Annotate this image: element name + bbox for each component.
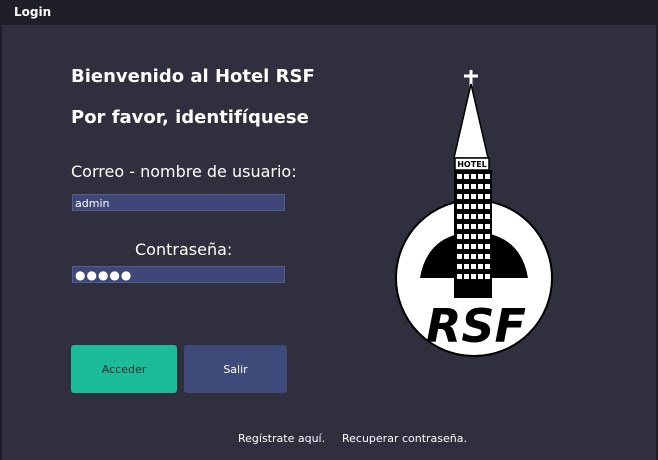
username-label: Correo - nombre de usuario: xyxy=(71,162,297,181)
recover-password-link[interactable]: Recuperar contraseña. xyxy=(342,432,467,445)
window-title: Login xyxy=(14,5,52,19)
welcome-heading: Bienvenido al Hotel RSF xyxy=(71,66,315,87)
login-button[interactable]: Acceder xyxy=(71,345,177,393)
password-input[interactable]: ●●●●● xyxy=(72,266,285,283)
password-label: Contraseña: xyxy=(135,240,233,259)
logo-text: RSF xyxy=(426,299,526,353)
username-input[interactable]: admin xyxy=(72,194,285,211)
exit-button[interactable]: Salir xyxy=(184,345,287,393)
logo-sign-text: HOTEL xyxy=(457,160,487,169)
title-bar: Login xyxy=(0,0,658,25)
logo-spire xyxy=(453,83,489,159)
register-link[interactable]: Regístrate aquí. xyxy=(238,432,325,445)
window-border-left xyxy=(0,25,2,460)
identify-heading: Por favor, identifíquese xyxy=(71,107,309,128)
hotel-logo: HOTEL RSF xyxy=(395,70,553,357)
